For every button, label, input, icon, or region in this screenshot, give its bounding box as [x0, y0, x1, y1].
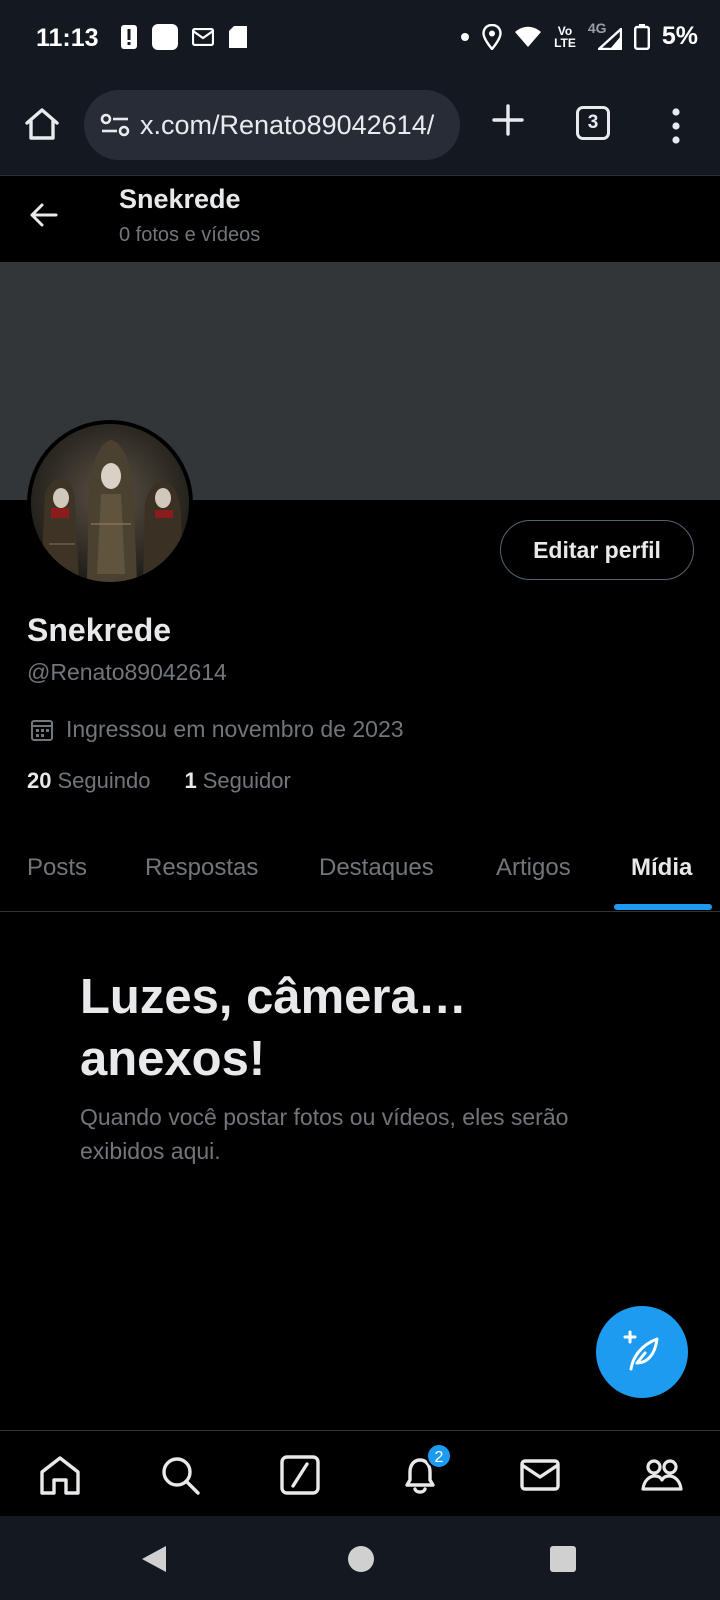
status-right: Vo LTE 4G 5%: [460, 20, 698, 51]
site-settings-icon[interactable]: [100, 112, 130, 138]
compose-post-button[interactable]: [596, 1306, 688, 1398]
followers-count: 1: [184, 768, 197, 793]
notification-badge: 2: [426, 1443, 452, 1469]
signal-icon: 4G: [588, 20, 622, 50]
battery-percent: 5%: [661, 22, 698, 50]
user-handle: @Renato89042614: [27, 659, 227, 685]
wifi-icon: [515, 26, 542, 47]
location-icon: [482, 23, 502, 50]
bottom-navigation: 2: [0, 1430, 720, 1516]
volte-icon: Vo LTE: [554, 25, 576, 49]
empty-state-description: Quando você postar fotos ou vídeos, eles…: [80, 1104, 569, 1164]
join-date: Ingressou em novembro de 2023: [30, 716, 404, 743]
battery-icon: [633, 23, 650, 50]
mail-notification-icon: [192, 28, 214, 46]
status-time: 11:13: [36, 24, 99, 52]
status-bar: 11:13 Vo LTE 4G 5%: [0, 0, 720, 80]
volte-top: Vo: [557, 23, 573, 38]
android-navigation-bar: [0, 1516, 720, 1600]
profile-header: Snekrede 0 fotos e vídeos: [0, 176, 720, 262]
dot-icon: [461, 32, 470, 41]
browser-toolbar: x.com/Renato89042614/ 3: [0, 80, 720, 176]
tab-posts[interactable]: Posts: [27, 854, 87, 882]
tab-articles[interactable]: Artigos: [496, 854, 571, 882]
browser-home-icon[interactable]: [22, 104, 62, 144]
system-recents-icon[interactable]: [550, 1546, 576, 1572]
communities-icon[interactable]: [640, 1453, 684, 1497]
profile-tabs: Posts Respostas Destaques Artigos Mídia: [0, 840, 720, 912]
tab-replies[interactable]: Respostas: [145, 854, 258, 882]
join-date-text: Ingressou em novembro de 2023: [66, 716, 404, 742]
header-subtitle: 0 fotos e vídeos: [119, 224, 261, 246]
avatar[interactable]: [27, 420, 193, 586]
more-menu-icon[interactable]: [664, 104, 688, 148]
followers-label: Seguidor: [202, 768, 291, 793]
notifications-tab[interactable]: 2: [398, 1443, 452, 1497]
mail-icon[interactable]: [518, 1453, 562, 1497]
display-name: Snekrede: [27, 612, 172, 648]
new-tab-icon[interactable]: [488, 100, 528, 140]
tab-switcher-button[interactable]: 3: [576, 106, 610, 140]
home-icon[interactable]: [38, 1453, 82, 1497]
system-home-icon[interactable]: [348, 1546, 374, 1572]
tab-media[interactable]: Mídia: [631, 854, 692, 882]
compose-feather-icon: [623, 1330, 659, 1371]
calendar-icon: [31, 719, 53, 741]
notification-icons: [120, 24, 248, 50]
search-icon[interactable]: [158, 1453, 202, 1497]
back-arrow-icon[interactable]: [26, 198, 60, 232]
following-link[interactable]: 20 Seguindo: [27, 768, 150, 794]
sd-card-icon: [229, 26, 247, 48]
following-count: 20: [27, 768, 52, 793]
grok-icon[interactable]: [278, 1453, 322, 1497]
followers-link[interactable]: 1 Seguidor: [184, 768, 290, 794]
follow-stats: 20 Seguindo 1 Seguidor: [27, 768, 291, 794]
following-label: Seguindo: [57, 768, 151, 793]
active-tab-indicator: [614, 904, 712, 910]
system-back-icon[interactable]: [140, 1544, 168, 1574]
header-title: Snekrede: [119, 184, 241, 214]
edit-profile-button[interactable]: Editar perfil: [500, 520, 694, 580]
empty-state-title: Luzes, câmera… anexos!: [80, 970, 467, 1086]
address-bar[interactable]: x.com/Renato89042614/: [84, 90, 460, 160]
volte-bottom: LTE: [554, 35, 576, 50]
app-notification-icon: [152, 24, 178, 50]
url-text[interactable]: x.com/Renato89042614/: [140, 110, 450, 141]
alert-icon: [121, 25, 137, 49]
tab-highlights[interactable]: Destaques: [319, 854, 434, 882]
